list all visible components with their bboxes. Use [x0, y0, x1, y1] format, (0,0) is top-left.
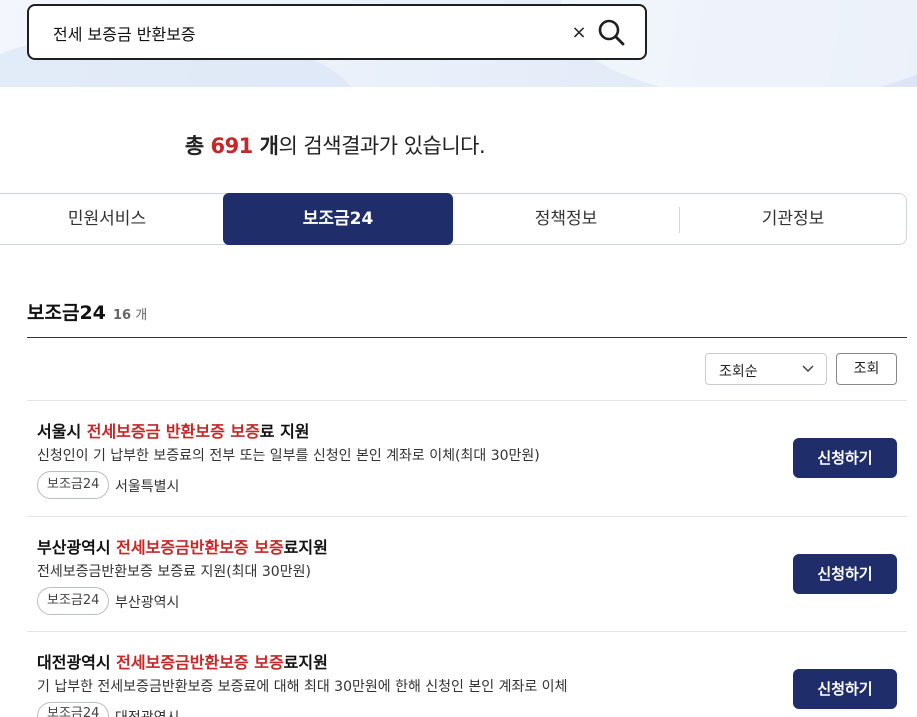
section-title: 보조금24 [27, 302, 106, 324]
tab-civil-service[interactable]: 민원서비스 [0, 194, 223, 244]
close-icon: × [571, 22, 587, 43]
clear-search-button[interactable]: × [567, 20, 591, 46]
item-title[interactable]: 서울시 전세보증금 반환보증 보증료 지원 [37, 418, 310, 442]
search-header: × [0, 0, 917, 87]
item-title[interactable]: 부산광역시 전세보증금반환보증 보증료지원 [37, 534, 328, 558]
result-prefix: 총 [184, 134, 211, 158]
section-count-unit: 개 [131, 308, 148, 323]
list-item: 대전광역시 전세보증금반환보증 보증료지원 기 납부한 전세보증금반환보증 보증… [27, 631, 907, 717]
result-count: 691 [210, 134, 253, 158]
item-description: 신청인이 기 납부한 보증료의 전부 또는 일부를 신청인 본인 계좌로 이체(… [37, 448, 540, 464]
item-title-prefix: 서울시 [37, 422, 87, 441]
result-unit: 개 [252, 134, 279, 158]
chevron-down-icon [802, 365, 814, 373]
search-button[interactable] [595, 16, 629, 50]
search-box: × [27, 4, 647, 60]
item-description: 전세보증금반환보증 보증료 지원(최대 30만원) [37, 564, 311, 580]
sort-select-value: 조회순 [719, 364, 758, 380]
list-item: 서울시 전세보증금 반환보증 보증료 지원 신청인이 기 납부한 보증료의 전부… [27, 400, 907, 515]
item-description: 기 납부한 전세보증금반환보증 보증료에 대해 최대 30만원에 한해 신청인 … [37, 679, 568, 695]
item-region: 부산광역시 [115, 595, 180, 611]
item-title-suffix: 료 지원 [259, 422, 310, 441]
apply-button[interactable]: 신청하기 [793, 554, 897, 594]
item-region: 대전광역시 [115, 707, 179, 717]
item-title-highlight: 전세보증금 반환보증 보증 [86, 422, 260, 441]
item-title-prefix: 부산광역시 [37, 538, 117, 557]
tab-agency-info[interactable]: 기관정보 [680, 194, 906, 244]
result-summary: 총 691 개의 검색결과가 있습니다. [0, 130, 670, 160]
section-divider [27, 337, 907, 338]
item-title-suffix: 료지원 [283, 653, 328, 672]
category-tag: 보조금24 [37, 587, 110, 615]
tab-subsidy24[interactable]: 보조금24 [223, 193, 453, 245]
list-item: 부산광역시 전세보증금반환보증 보증료지원 전세보증금반환보증 보증료 지원(최… [27, 516, 907, 631]
search-input[interactable] [53, 20, 553, 46]
view-button[interactable]: 조회 [836, 353, 897, 385]
section-count: 16 개 [113, 304, 147, 323]
search-icon [598, 19, 625, 46]
apply-button[interactable]: 신청하기 [793, 438, 897, 478]
sort-select[interactable]: 조회순 [705, 353, 827, 385]
item-title-prefix: 대전광역시 [37, 653, 117, 672]
item-region: 서울특별시 [115, 479, 180, 495]
item-title-highlight: 전세보증금반환보증 보증 [116, 538, 284, 557]
item-title[interactable]: 대전광역시 전세보증금반환보증 보증료지원 [37, 649, 328, 673]
item-title-suffix: 료지원 [283, 538, 328, 557]
tab-policy-info[interactable]: 정책정보 [453, 194, 679, 244]
item-title-highlight: 전세보증금반환보증 보증 [116, 653, 284, 672]
category-tag: 보조금24 [37, 702, 110, 717]
apply-button[interactable]: 신청하기 [793, 669, 897, 709]
result-suffix: 의 검색결과가 있습니다. [278, 134, 486, 158]
category-tag: 보조금24 [37, 471, 110, 499]
section-count-number: 16 [113, 308, 132, 323]
category-tabs: 민원서비스 보조금24 정책정보 기관정보 [0, 193, 907, 245]
